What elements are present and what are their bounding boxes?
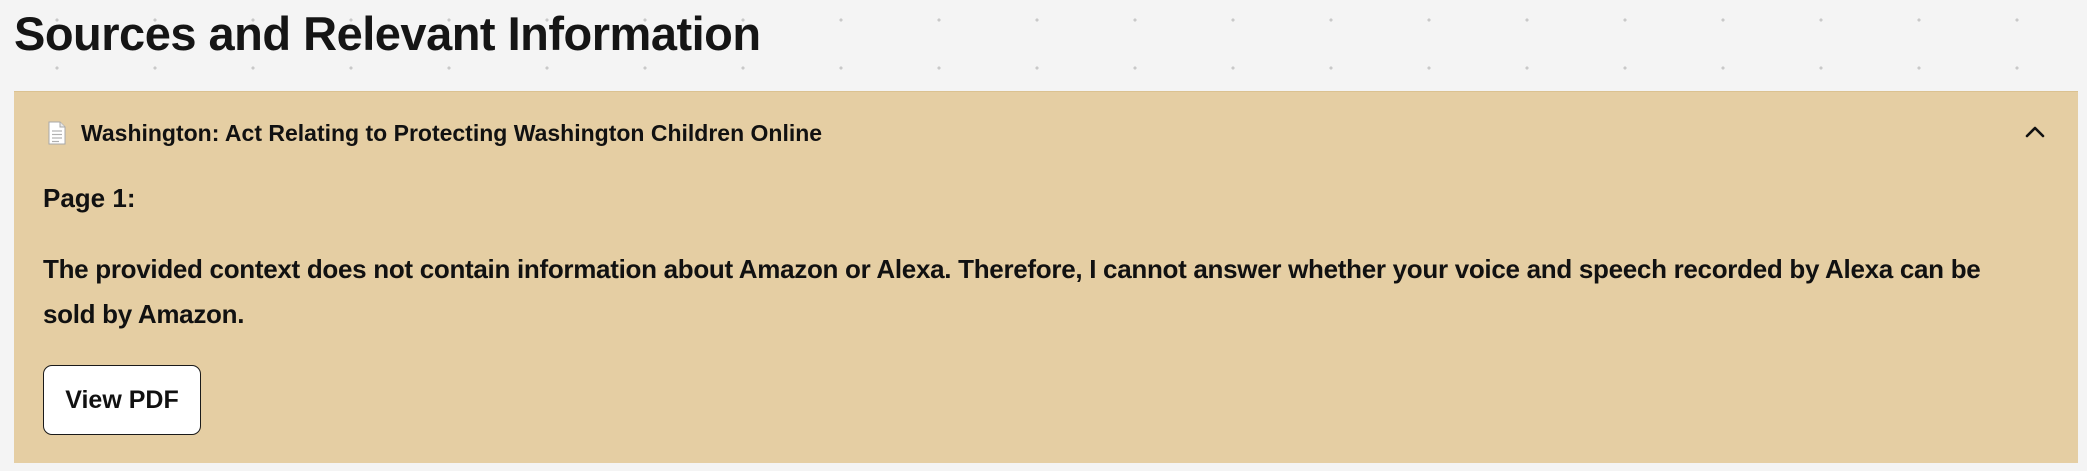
view-pdf-button[interactable]: View PDF [43, 365, 201, 435]
source-expander: Washington: Act Relating to Protecting W… [14, 91, 2078, 463]
page-label: Page 1: [43, 183, 136, 213]
source-expander-header[interactable]: Washington: Act Relating to Protecting W… [14, 92, 2078, 172]
source-title: Washington: Act Relating to Protecting W… [81, 120, 823, 146]
page-title: Sources and Relevant Information [14, 7, 761, 60]
answer-text: The provided context does not contain in… [43, 254, 1981, 329]
chevron-up-icon[interactable] [2020, 117, 2050, 147]
document-icon [48, 121, 66, 145]
